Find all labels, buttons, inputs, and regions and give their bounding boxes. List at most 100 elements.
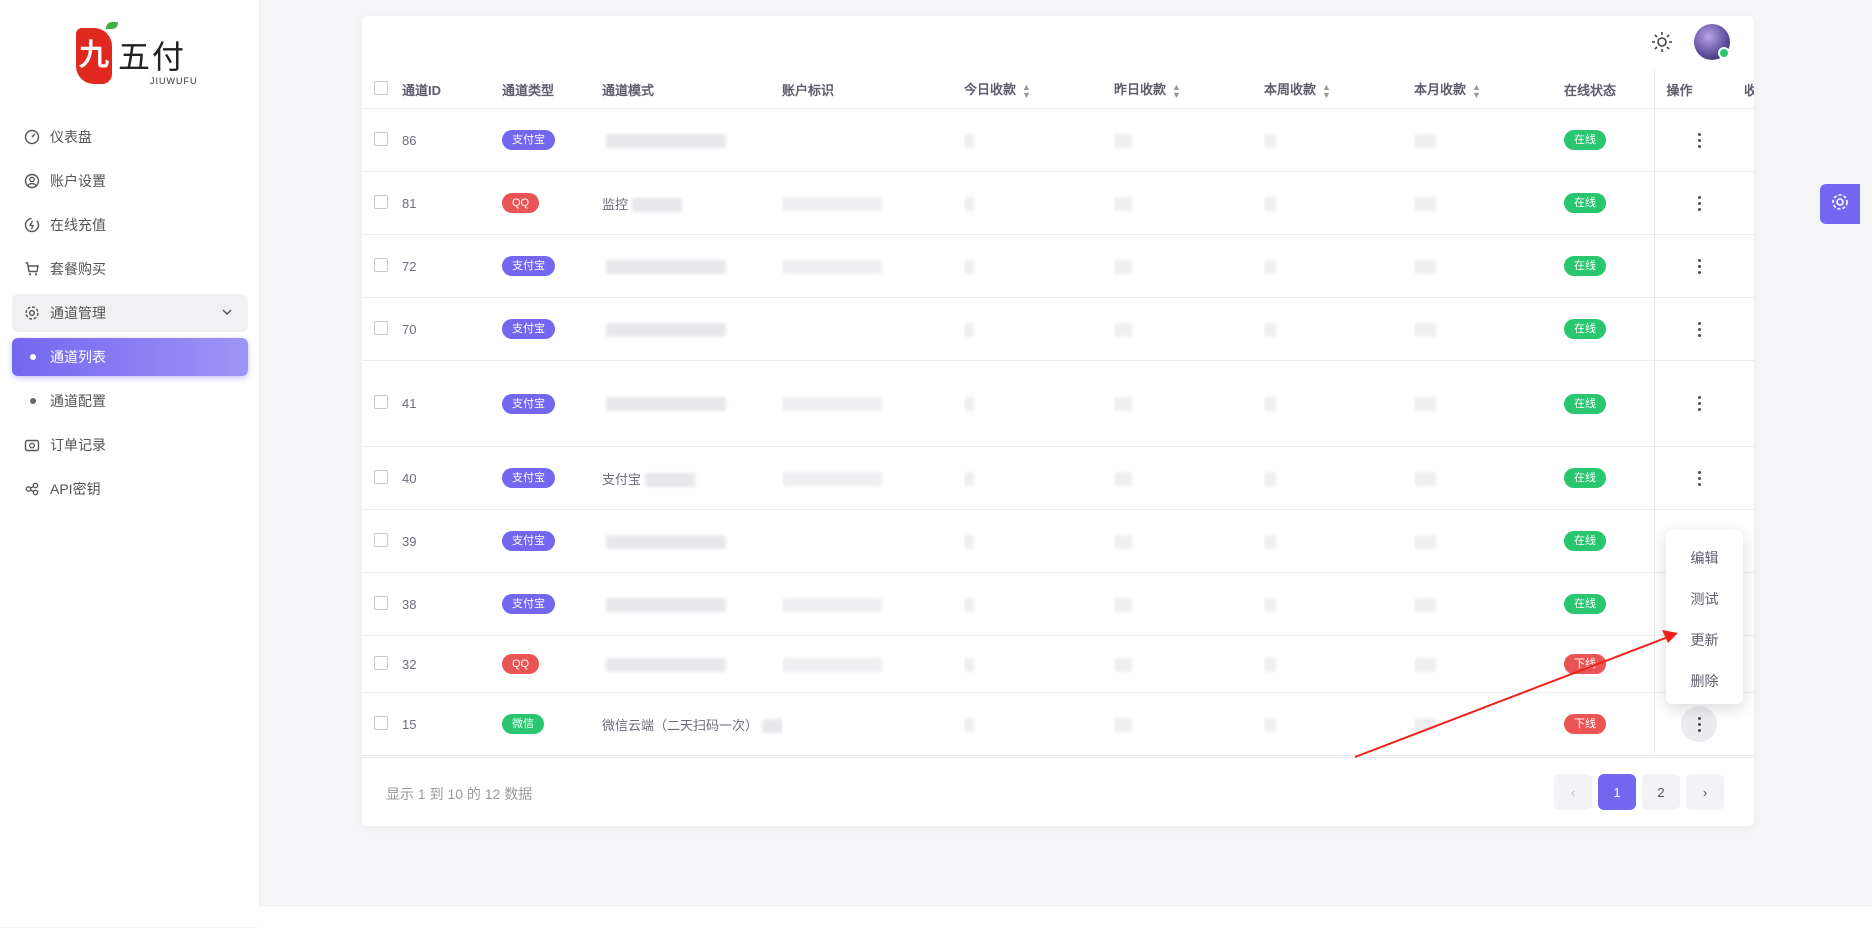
cell-id: 15 — [402, 692, 502, 756]
more-actions-button[interactable] — [1681, 706, 1718, 742]
cart-icon — [24, 261, 40, 277]
table-row: 70 支付宝 在线 — [362, 297, 1754, 361]
gear-icon — [1830, 192, 1850, 217]
cell-status: 在线 — [1564, 297, 1654, 361]
menu-item-edit[interactable]: 编辑 — [1666, 538, 1743, 578]
cell-account — [782, 635, 964, 693]
menu-item-test[interactable]: 测试 — [1666, 579, 1743, 619]
row-checkbox[interactable] — [374, 257, 388, 272]
sidebar-item-channel-list[interactable]: 通道列表 — [12, 338, 248, 376]
table-row: 86 支付宝 在线 — [362, 108, 1754, 172]
cell-account — [782, 360, 964, 447]
redacted-block — [782, 471, 882, 486]
cell-yesterday — [1114, 635, 1264, 693]
theme-toggle-sun-icon[interactable] — [1650, 30, 1674, 54]
sidebar-item-channel-config[interactable]: 通道配置 — [12, 382, 248, 420]
more-actions-button[interactable] — [1681, 185, 1717, 221]
cell-type: 支付宝 — [502, 572, 602, 636]
mode-text: 监控 — [602, 196, 629, 212]
table-row: 38 支付宝 在线 — [362, 572, 1754, 636]
sidebar-item-dashboard[interactable]: 仪表盘 — [12, 118, 248, 156]
row-checkbox[interactable] — [374, 595, 388, 610]
select-all-checkbox[interactable] — [374, 80, 388, 95]
cell-mode — [602, 108, 782, 172]
more-actions-button[interactable] — [1681, 122, 1717, 158]
cell-mode — [602, 360, 782, 447]
cell-status: 在线 — [1564, 446, 1654, 510]
brand-logo[interactable]: 九 五付 JIUWUFU — [76, 22, 206, 90]
row-checkbox[interactable] — [374, 469, 388, 484]
row-checkbox[interactable] — [374, 532, 388, 547]
redacted-block — [964, 397, 974, 412]
sidebar-item-plans[interactable]: 套餐购买 — [12, 250, 248, 288]
menu-item-delete[interactable]: 删除 — [1666, 661, 1743, 701]
type-badge: QQ — [502, 193, 540, 213]
user-circle-icon — [24, 173, 40, 189]
row-checkbox[interactable] — [374, 655, 388, 670]
row-checkbox[interactable] — [374, 194, 388, 209]
row-checkbox[interactable] — [374, 131, 388, 146]
pagination-info: 显示 1 到 10 的 12 数据 — [386, 786, 533, 802]
sidebar-item-api-key[interactable]: API密钥 — [12, 470, 248, 508]
sort-icon: ▲ ▼ — [1322, 81, 1331, 100]
sort-icon: ▲ ▼ — [1472, 81, 1481, 100]
row-checkbox[interactable] — [374, 320, 388, 335]
prev-page-button[interactable]: ‹ — [1554, 774, 1592, 810]
customizer-toggle-button[interactable] — [1820, 184, 1860, 224]
sidebar-group-channels[interactable]: 通道管理 — [12, 294, 248, 332]
more-actions-button[interactable] — [1681, 386, 1717, 422]
redacted-block — [964, 657, 974, 672]
header-label: 本周收款 — [1264, 82, 1317, 98]
dot-icon — [1697, 321, 1701, 325]
cell-today — [964, 234, 1114, 298]
cell-week — [1264, 692, 1414, 756]
status-badge: 下线 — [1564, 714, 1606, 734]
header-today[interactable]: 今日收款 ▲ ▼ — [964, 70, 1114, 109]
pagination: ‹ 1 2 › — [1554, 774, 1724, 810]
dot-icon — [1697, 258, 1701, 262]
redacted-block — [1114, 597, 1132, 612]
redacted-block — [1264, 196, 1276, 211]
next-page-button[interactable]: › — [1686, 774, 1724, 810]
redacted-block — [606, 597, 726, 612]
header-status: 在线状态 — [1564, 70, 1654, 109]
more-actions-button[interactable] — [1681, 311, 1717, 347]
sidebar-item-recharge[interactable]: 在线充值 — [12, 206, 248, 244]
header-label: 昨日收款 — [1114, 82, 1167, 98]
more-actions-button[interactable] — [1681, 460, 1717, 496]
redacted-block — [964, 534, 974, 549]
channel-table: 通道ID 通道类型 通道模式 账户标识 今日收款 ▲ ▼ 昨日收款 ▲ ▼ 本周收款 ▲ ▼… — [362, 70, 1754, 756]
user-avatar[interactable] — [1694, 24, 1730, 60]
sidebar-item-orders[interactable]: 订单记录 — [12, 426, 248, 464]
redacted-block — [782, 397, 882, 412]
redacted-block — [1414, 597, 1436, 612]
sidebar-item-label: 套餐购买 — [50, 261, 106, 277]
sidebar-item-account[interactable]: 账户设置 — [12, 162, 248, 200]
cell-mode: 微信云端（二天扫码一次） — [602, 692, 782, 756]
cell-mode: 监控 — [602, 171, 782, 235]
cell-id: 81 — [402, 171, 502, 235]
cell-type: 支付宝 — [502, 234, 602, 298]
row-checkbox[interactable] — [374, 395, 388, 409]
menu-item-update[interactable]: 更新 — [1666, 620, 1743, 660]
cell-mode — [602, 297, 782, 361]
cell-status: 在线 — [1564, 234, 1654, 298]
cell-account — [782, 108, 964, 172]
header-month[interactable]: 本月收款 ▲ ▼ — [1414, 70, 1564, 109]
page-button-1[interactable]: 1 — [1598, 774, 1636, 810]
page-button-2[interactable]: 2 — [1642, 774, 1680, 810]
cell-month — [1414, 572, 1564, 636]
chevron-down-icon — [220, 305, 234, 322]
header-week[interactable]: 本周收款 ▲ ▼ — [1264, 70, 1414, 109]
cell-yesterday — [1114, 692, 1264, 756]
sidebar-item-label: API密钥 — [50, 481, 101, 497]
more-actions-button[interactable] — [1681, 248, 1717, 284]
header-yesterday[interactable]: 昨日收款 ▲ ▼ — [1114, 70, 1264, 109]
row-checkbox[interactable] — [374, 715, 388, 730]
cell-today — [964, 360, 1114, 447]
redacted-block — [1414, 322, 1436, 337]
cell-yesterday — [1114, 509, 1264, 573]
type-badge: 支付宝 — [502, 468, 555, 488]
cell-yesterday — [1114, 360, 1264, 447]
top-bar — [362, 16, 1754, 70]
